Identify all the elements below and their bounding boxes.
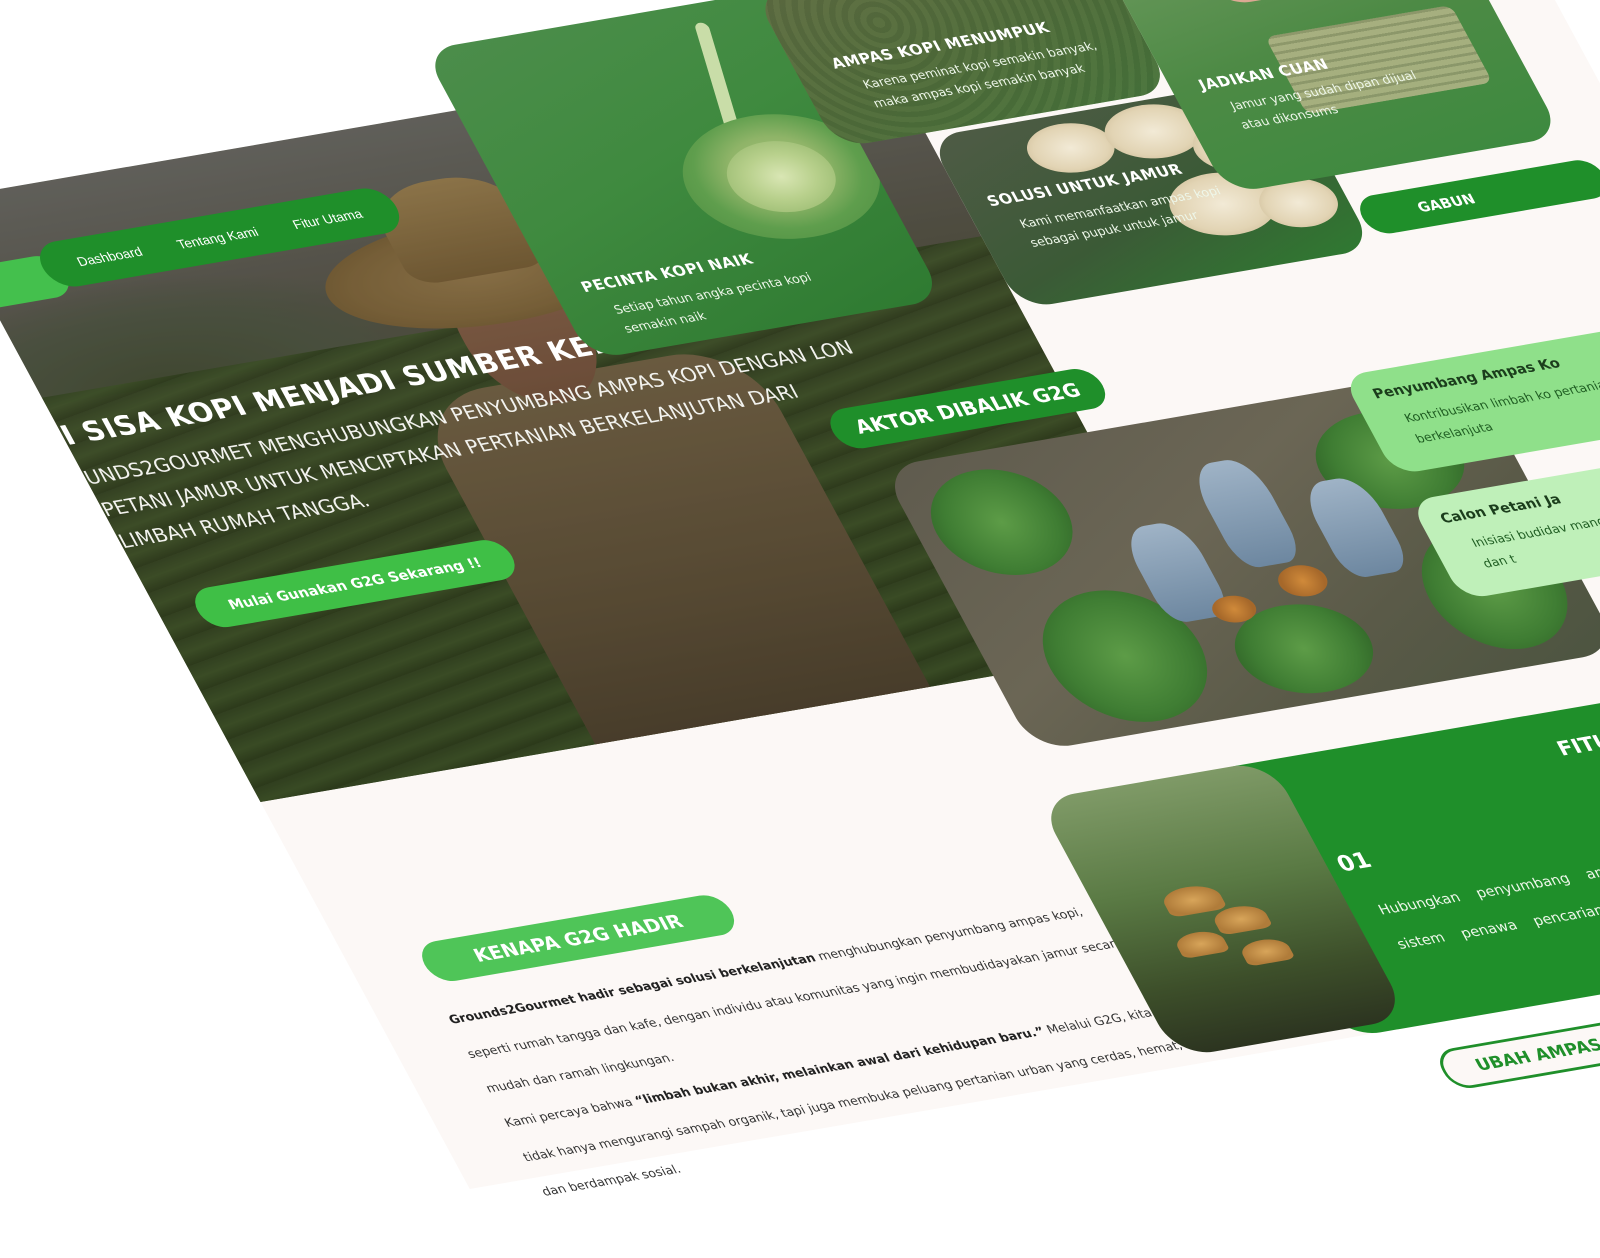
fitur-title: FITUR UTA: [1553, 719, 1600, 761]
gardener-image: [1185, 455, 1307, 571]
nav-item-fitur-utama[interactable]: Fitur Utama: [290, 206, 365, 231]
landing-page-board: Dashboard Tentang Kami Fitur Utama I SIS…: [0, 0, 1600, 1199]
mockup-stage: Dashboard Tentang Kami Fitur Utama I SIS…: [0, 0, 1600, 1232]
ubah-ampas-heading: UBAH AMPAS: [1432, 1018, 1600, 1092]
join-button[interactable]: GABUN: [1352, 157, 1600, 237]
why-text-2: Kami percaya bahwa: [502, 1095, 640, 1131]
nav-item-tentang-kami[interactable]: Tentang Kami: [174, 224, 261, 251]
hand-image: [1185, 0, 1368, 8]
why-quote: “limbah bukan akhir, melainkan awal dari…: [632, 1024, 1048, 1109]
basket-image: [1271, 561, 1335, 600]
nav-item-dashboard[interactable]: Dashboard: [74, 244, 145, 269]
mushroom-image: [1157, 882, 1228, 918]
fitur-number: 01: [1331, 847, 1376, 877]
mushroom-image: [1237, 936, 1296, 967]
plant-image: [908, 459, 1095, 585]
fitur-description: Hubungkan penyumbang ampas de petani jam…: [1375, 821, 1600, 953]
